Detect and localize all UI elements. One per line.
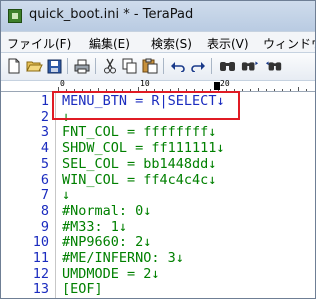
title-bar[interactable]: quick_boot.ini * - TeraPad <box>1 1 315 31</box>
menu-bar: ファイル(F) 編集(E) 検索(S) 表示(V) ウィンドウ <box>1 31 315 53</box>
save-icon[interactable] <box>45 57 63 75</box>
redo-icon[interactable] <box>189 57 207 75</box>
line-number: 3 <box>40 124 49 141</box>
find-next-icon[interactable] <box>241 57 259 75</box>
menu-edit[interactable]: 編集(E) <box>89 35 130 52</box>
toolbar-separator <box>211 58 212 74</box>
line-number: 10 <box>32 234 49 251</box>
code-line: WIN_COL = ff4c4c4c↓ <box>62 171 217 188</box>
cut-icon[interactable] <box>101 57 119 75</box>
open-folder-icon[interactable] <box>25 57 43 75</box>
line-number: 13 <box>32 281 49 298</box>
code-line: SHDW_COL = ff111111↓ <box>62 140 225 157</box>
code-line: UMDMODE = 2↓ <box>62 265 160 282</box>
line-number: 8 <box>40 202 49 219</box>
copy-icon[interactable] <box>121 57 139 75</box>
code-area[interactable]: MENU_BTN = R|SELECT↓ ↓ FNT_COL = ffffffff↓… <box>62 92 315 298</box>
ruler-mark-20: 20 <box>220 79 230 88</box>
code-line: #Normal: 0↓ <box>62 202 152 219</box>
line-number: 1 <box>40 93 49 109</box>
line-number: 5 <box>40 155 49 172</box>
toolbar-separator <box>163 58 164 74</box>
code-line: #M33: 1↓ <box>62 218 128 235</box>
ruler-track: 0 10 20 <box>58 79 315 91</box>
new-file-icon[interactable] <box>5 57 23 75</box>
code-line: ↓ <box>62 187 71 204</box>
code-line: #NP9660: 2↓ <box>62 234 152 251</box>
line-number: 9 <box>40 218 49 235</box>
line-number: 11 <box>32 250 49 266</box>
code-line: #ME/INFERNO: 3↓ <box>62 250 184 266</box>
ruler-mark-10: 10 <box>140 79 150 88</box>
menu-file[interactable]: ファイル(F) <box>7 35 71 52</box>
code-line: FNT_COL = ffffffff↓ <box>62 124 217 141</box>
line-number: 12 <box>32 265 49 282</box>
line-number: 6 <box>40 171 49 188</box>
text-editor[interactable]: 1 2 3 4 5 6 7 8 9 10 11 12 13 MENU_BTN = R|SELECT↓ ↓ F… <box>1 92 315 298</box>
code-line: SEL_COL = bb1448dd↓ <box>62 155 217 172</box>
terapad-app-icon[interactable] <box>8 9 22 23</box>
window-title: quick_boot.ini * - TeraPad <box>29 7 194 22</box>
toolbar-separator <box>67 58 68 74</box>
line-number: 4 <box>40 140 49 157</box>
menu-search[interactable]: 検索(S) <box>151 35 192 52</box>
print-icon[interactable] <box>73 57 91 75</box>
eof-marker: [EOF] <box>62 281 103 298</box>
ruler-cursor-marker <box>214 82 220 90</box>
toolbar-separator <box>95 58 96 74</box>
annotation-highlight-box <box>52 91 240 120</box>
ruler-mark-0: 0 <box>60 79 65 88</box>
find-icon[interactable] <box>219 57 237 75</box>
terapad-window: quick_boot.ini * - TeraPad ファイル(F) 編集(E)… <box>0 0 316 299</box>
paste-icon[interactable] <box>141 57 159 75</box>
menu-window[interactable]: ウィンドウ <box>263 35 315 52</box>
line-number: 7 <box>40 187 49 204</box>
line-number: 2 <box>40 108 49 125</box>
toolbar <box>1 53 315 81</box>
undo-icon[interactable] <box>169 57 187 75</box>
menu-view[interactable]: 表示(V) <box>207 35 249 52</box>
find-prev-icon[interactable] <box>265 57 283 75</box>
line-number-gutter: 1 2 3 4 5 6 7 8 9 10 11 12 13 <box>1 92 56 298</box>
